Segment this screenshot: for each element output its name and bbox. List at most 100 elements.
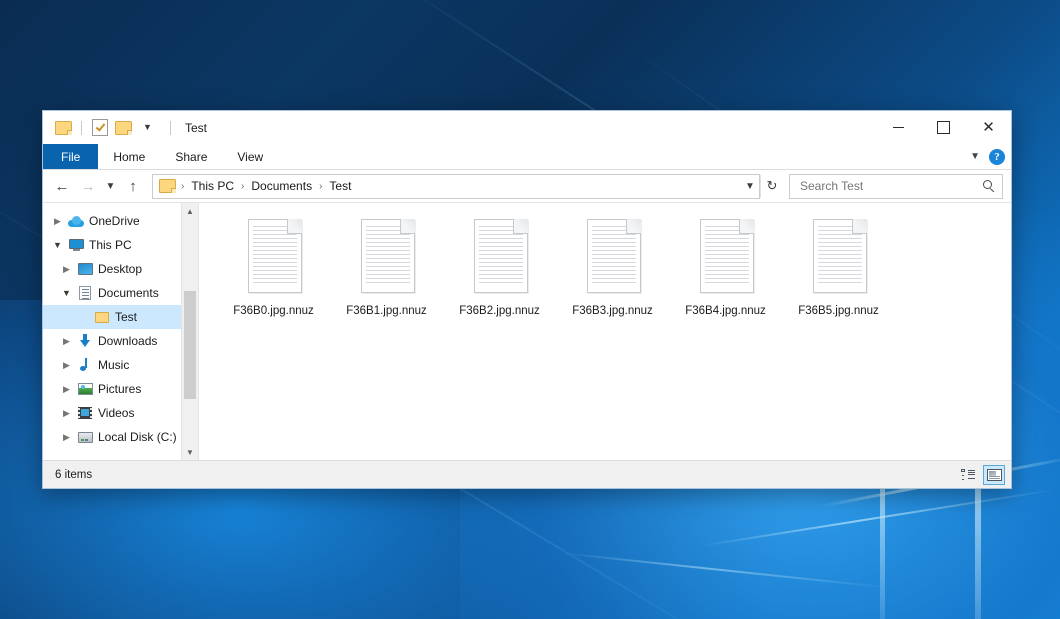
window-title: Test [185,121,207,135]
search-box[interactable] [789,174,1003,199]
breadcrumb: › This PC › Documents › Test [159,179,741,193]
sidebar-item-onedrive[interactable]: ▶ OneDrive [43,209,198,233]
navigation-scrollbar[interactable]: ▲ ▼ [181,203,198,460]
sidebar-item-this-pc[interactable]: ▼ This PC [43,233,198,257]
chevron-right-icon[interactable]: ▶ [58,361,75,370]
ribbon-right-controls: ▼ ? [970,144,1005,169]
sidebar-item-label: OneDrive [86,214,140,228]
address-bar: ← → ▼ ↑ › This PC › Documents › Test ▼ ↻ [43,170,1011,202]
forward-button[interactable]: → [75,173,101,199]
chevron-right-icon[interactable]: ▶ [58,337,75,346]
file-item[interactable]: F36B1.jpg.nnuz [330,215,443,324]
breadcrumb-item-this-pc[interactable]: This PC [187,179,238,193]
tab-share[interactable]: Share [160,144,222,169]
file-name-label: F36B1.jpg.nnuz [346,304,427,318]
close-button[interactable]: ✕ [966,111,1011,144]
breadcrumb-separator: › [238,181,247,192]
title-divider [170,121,171,135]
file-grid: F36B0.jpg.nnuz F36B1.jpg.nnuz F36B2.jpg.… [217,215,1011,324]
file-name-label: F36B0.jpg.nnuz [233,304,314,318]
sidebar-item-downloads[interactable]: ▶ Downloads [43,329,198,353]
chevron-right-icon[interactable]: ▶ [58,265,75,274]
up-button[interactable]: ↑ [120,173,146,199]
navigation-pane: ▶ OneDrive ▼ This PC ▶ Desktop [43,203,199,460]
sidebar-item-local-disk[interactable]: ▶ Local Disk (C:) [43,425,198,449]
desktop-icon [75,263,95,275]
sidebar-item-label: Pictures [95,382,141,396]
scroll-down-icon[interactable]: ▼ [182,444,198,460]
scrollbar-thumb[interactable] [184,291,196,399]
address-input[interactable]: › This PC › Documents › Test ▼ [152,174,760,199]
previous-locations-chevron-icon[interactable]: ▼ [741,176,759,197]
details-view-button[interactable] [957,465,979,485]
breadcrumb-item-documents[interactable]: Documents [247,179,316,193]
chevron-right-icon[interactable]: ▶ [49,217,66,226]
chevron-down-icon[interactable]: ▼ [970,151,980,162]
sidebar-item-label: Videos [95,406,134,420]
breadcrumb-separator: › [178,181,187,192]
tab-file[interactable]: File [43,144,98,169]
search-icon[interactable] [983,180,996,193]
refresh-button[interactable]: ↻ [760,175,783,198]
file-list-view[interactable]: F36B0.jpg.nnuz F36B1.jpg.nnuz F36B2.jpg.… [199,203,1011,460]
sidebar-item-documents[interactable]: ▼ Documents [43,281,198,305]
chevron-right-icon[interactable]: ▶ [58,385,75,394]
sidebar-item-pictures[interactable]: ▶ Pictures [43,377,198,401]
close-icon: ✕ [982,120,995,135]
chevron-right-icon[interactable]: ▶ [58,409,75,418]
sidebar-item-videos[interactable]: ▶ Videos [43,401,198,425]
scroll-up-icon[interactable]: ▲ [182,203,198,219]
sidebar-item-music[interactable]: ▶ Music [43,353,198,377]
breadcrumb-folder-icon[interactable] [159,179,176,193]
view-mode-buttons [957,465,1005,485]
recent-locations-icon[interactable]: ▼ [101,173,120,199]
navigation-tree: ▶ OneDrive ▼ This PC ▶ Desktop [43,203,198,449]
documents-icon [75,286,95,300]
minimize-button[interactable] [876,111,921,144]
back-button[interactable]: ← [49,173,75,199]
explorer-body: ▶ OneDrive ▼ This PC ▶ Desktop [43,202,1011,460]
quick-access-toolbar: ▼ Test [43,111,207,144]
large-icons-view-button[interactable] [983,465,1005,485]
file-item[interactable]: F36B2.jpg.nnuz [443,215,556,324]
window-controls: ✕ [876,111,1011,144]
this-pc-icon [66,239,86,251]
tab-view[interactable]: View [222,144,278,169]
music-icon [75,358,95,372]
help-icon[interactable]: ? [989,149,1005,165]
sidebar-item-label: Desktop [95,262,142,276]
sidebar-item-label: Music [95,358,129,372]
chevron-right-icon[interactable]: ▶ [58,433,75,442]
toolbar-divider [81,121,82,135]
unknown-file-icon [696,219,756,295]
onedrive-icon [66,216,86,227]
maximize-icon [937,121,950,134]
file-name-label: F36B5.jpg.nnuz [798,304,879,318]
sidebar-item-label: Downloads [95,334,157,348]
details-view-icon [961,469,975,481]
file-item[interactable]: F36B0.jpg.nnuz [217,215,330,324]
scrollbar-track[interactable] [182,219,198,444]
breadcrumb-item-test[interactable]: Test [325,179,355,193]
breadcrumb-separator: › [316,181,325,192]
chevron-down-icon[interactable]: ▼ [58,289,75,298]
file-item[interactable]: F36B5.jpg.nnuz [782,215,895,324]
file-item[interactable]: F36B4.jpg.nnuz [669,215,782,324]
large-icons-view-icon [987,469,1002,481]
sidebar-item-test[interactable]: Test [43,305,198,329]
title-bar[interactable]: ▼ Test ✕ [43,111,1011,144]
chevron-down-icon[interactable]: ▼ [49,241,66,250]
file-item[interactable]: F36B3.jpg.nnuz [556,215,669,324]
folder-icon[interactable] [54,118,73,137]
maximize-button[interactable] [921,111,966,144]
wallpaper-beam [560,552,888,588]
tab-home[interactable]: Home [98,144,160,169]
ribbon-tab-bar: File Home Share View ▼ ? [43,144,1011,170]
downloads-icon [75,334,95,348]
sidebar-item-desktop[interactable]: ▶ Desktop [43,257,198,281]
search-input[interactable] [798,178,983,194]
new-folder-icon[interactable] [114,118,133,137]
properties-icon[interactable] [90,118,109,137]
sidebar-item-label: Local Disk (C:) [95,430,177,444]
customize-chevron-icon[interactable]: ▼ [138,118,157,137]
